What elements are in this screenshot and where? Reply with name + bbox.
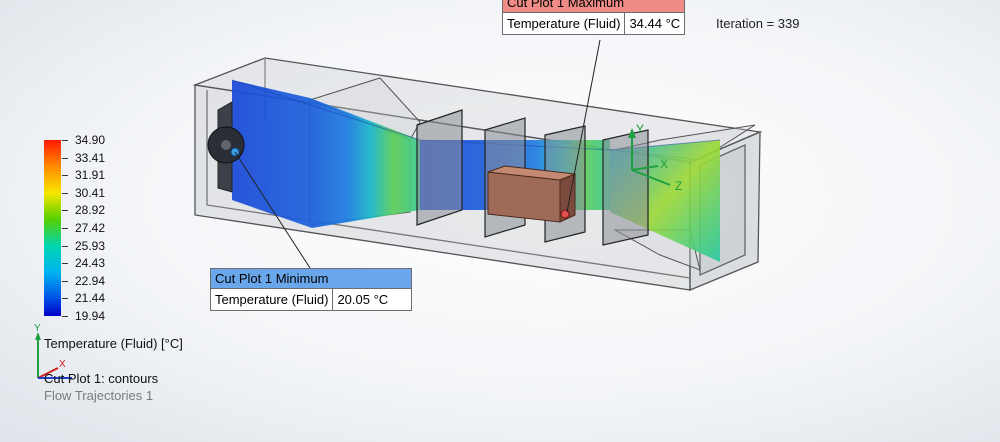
callout-maximum[interactable]: Cut Plot 1 Maximum Temperature (Fluid) 3… xyxy=(502,0,686,35)
heat-sink xyxy=(487,165,576,223)
callout-minimum-title: Cut Plot 1 Minimum xyxy=(211,269,411,289)
callout-minimum-parameter: Temperature (Fluid) xyxy=(215,292,329,307)
legend-value: 30.41 xyxy=(75,185,106,200)
legend-value: 31.91 xyxy=(75,168,106,183)
triad-y-label: Y xyxy=(34,323,41,334)
legend-tick xyxy=(62,192,68,194)
callout-minimum-value: 20.05 °C xyxy=(332,289,392,310)
legend-value: 25.93 xyxy=(75,238,106,253)
iteration-label: Iteration = 339 xyxy=(716,16,800,31)
tree-item-flow-trajectories[interactable]: Flow Trajectories 1 xyxy=(44,388,153,403)
tree-item-cut-plot[interactable]: Cut Plot 1: contours xyxy=(44,371,158,386)
scene-axis-x-label: X xyxy=(660,157,668,171)
legend-ticks xyxy=(62,140,72,317)
legend-title[interactable]: Temperature (Fluid) [°C] xyxy=(44,336,183,351)
legend-value: 27.42 xyxy=(75,221,106,235)
legend-value: 33.41 xyxy=(75,150,106,165)
callout-maximum-title: Cut Plot 1 Maximum xyxy=(503,0,685,13)
legend-tick xyxy=(62,140,68,141)
callout-maximum-parameter: Temperature (Fluid) xyxy=(507,16,621,31)
legend-value: 24.43 xyxy=(75,256,106,271)
legend-tick xyxy=(62,175,68,177)
legend-tick xyxy=(62,157,68,159)
callout-maximum-value: 34.44 °C xyxy=(624,13,684,34)
legend-tick xyxy=(62,245,68,247)
legend-tick xyxy=(62,228,68,229)
legend-value: 21.44 xyxy=(75,291,106,306)
legend-tick xyxy=(62,280,68,282)
legend-value: 34.90 xyxy=(75,133,106,147)
legend-tick xyxy=(62,298,68,300)
legend-value: 19.94 xyxy=(75,309,106,323)
temperature-color-bar[interactable] xyxy=(44,140,61,316)
legend-tick xyxy=(62,316,68,317)
scene-axis-y-label: Y xyxy=(636,122,644,136)
legend-tick xyxy=(62,210,68,212)
legend-value: 22.94 xyxy=(75,273,106,288)
legend-value: 28.92 xyxy=(75,203,106,218)
legend-tick xyxy=(62,263,68,265)
callout-minimum[interactable]: Cut Plot 1 Minimum Temperature (Fluid) 2… xyxy=(210,268,412,311)
scene-axis-z-label: Z xyxy=(675,179,682,193)
triad-x-label: X xyxy=(59,359,66,370)
